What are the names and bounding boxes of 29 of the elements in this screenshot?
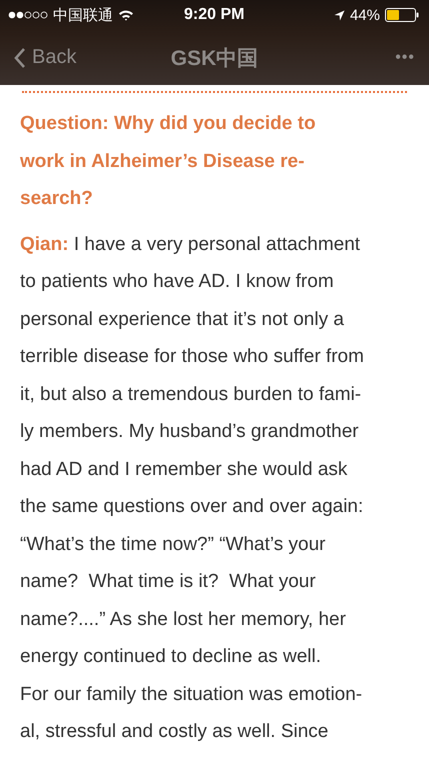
page-title: GSK中国 [170, 46, 258, 72]
battery-percentage: 44% [350, 6, 380, 24]
battery-icon [385, 8, 419, 22]
answer-text: name?....” As she lost her memory, her [20, 608, 346, 630]
location-arrow-icon [334, 10, 345, 20]
answer-text: to patients who have AD. I know from [20, 271, 334, 292]
answer-text: terrible disease for those who suffer from [20, 346, 364, 367]
question-text: work in Alzheimer’s Disease re- [20, 150, 306, 174]
clock-time: 9:20 PM [184, 6, 244, 24]
wifi-icon [118, 9, 134, 21]
answer-text: “What’s the time now?” “What’s your [20, 534, 326, 554]
answer-text: had AD and I remember she would ask [20, 458, 348, 480]
answer-text: personal experience that it’s not only a [20, 308, 344, 330]
chevron-left-icon [14, 46, 26, 68]
more-button[interactable]: ••• [395, 48, 415, 66]
answer-text: energy continued to decline as well. [20, 646, 322, 667]
speaker-name: Qian: [20, 234, 69, 254]
answer-text: name? What time is it? What your [20, 571, 316, 592]
answer-text: I have a very personal attachment [72, 234, 360, 254]
carrier-name: 中国联通 [53, 6, 113, 24]
answer-text: it, but also a tremendous burden to fami- [20, 384, 362, 404]
answer-text: For our family the situation was emotion- [20, 684, 362, 704]
answer-text: al, stressful and costly as well. Since [20, 721, 328, 742]
back-button[interactable]: Back [14, 46, 76, 69]
answer-text: ly members. My husband’s grandmother [20, 421, 359, 442]
signal-icon [8, 11, 48, 19]
question-text: Question: Why did you decide to [20, 112, 317, 136]
answer-text: the same questions over and over again: [20, 496, 364, 517]
question-text: search? [20, 187, 94, 211]
